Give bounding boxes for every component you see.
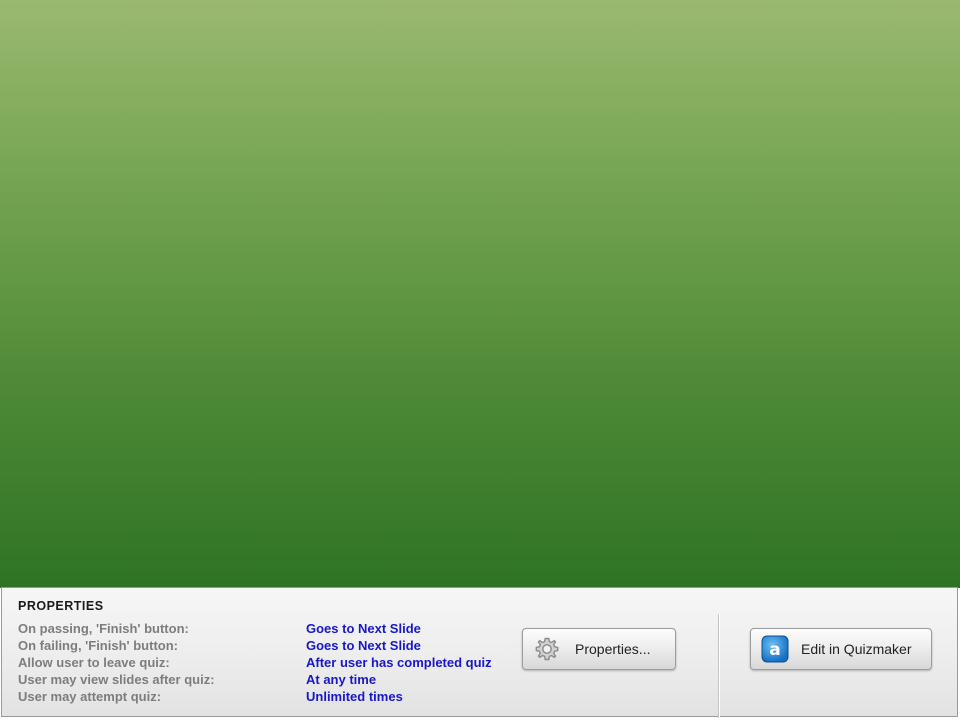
slide-canvas [0, 0, 960, 588]
property-label: On passing, 'Finish' button: [18, 621, 189, 636]
properties-button-label: Properties... [575, 641, 651, 657]
panel-divider [718, 614, 720, 718]
property-value: Goes to Next Slide [306, 638, 421, 653]
gear-icon [533, 635, 561, 663]
property-label: User may view slides after quiz: [18, 672, 215, 687]
property-value: Goes to Next Slide [306, 621, 421, 636]
property-row-leave-quiz: Allow user to leave quiz: After user has … [18, 654, 492, 671]
property-row-passing: On passing, 'Finish' button: Goes to Next… [18, 620, 492, 637]
panel-heading: PROPERTIES [18, 599, 104, 613]
edit-in-quizmaker-button[interactable]: a Edit in Quizmaker [750, 628, 932, 670]
property-value: Unlimited times [306, 689, 403, 704]
property-row-attempts: User may attempt quiz: Unlimited times [18, 688, 492, 705]
property-label: On failing, 'Finish' button: [18, 638, 178, 653]
property-row-failing: On failing, 'Finish' button: Goes to Next… [18, 637, 492, 654]
property-value: At any time [306, 672, 377, 687]
property-label: User may attempt quiz: [18, 689, 162, 704]
edit-button-label: Edit in Quizmaker [801, 641, 912, 657]
articulate-a-icon: a [761, 635, 789, 663]
svg-text:a: a [769, 640, 780, 660]
properties-panel: PROPERTIES On passing, 'Finish' button: G… [1, 587, 958, 718]
properties-button[interactable]: Properties... [522, 628, 676, 670]
properties-list: On passing, 'Finish' button: Goes to Next… [18, 620, 492, 705]
property-value: After user has completed quiz [306, 655, 492, 670]
property-label: Allow user to leave quiz: [18, 655, 170, 670]
property-row-view-slides: User may view slides after quiz: At any t… [18, 671, 492, 688]
